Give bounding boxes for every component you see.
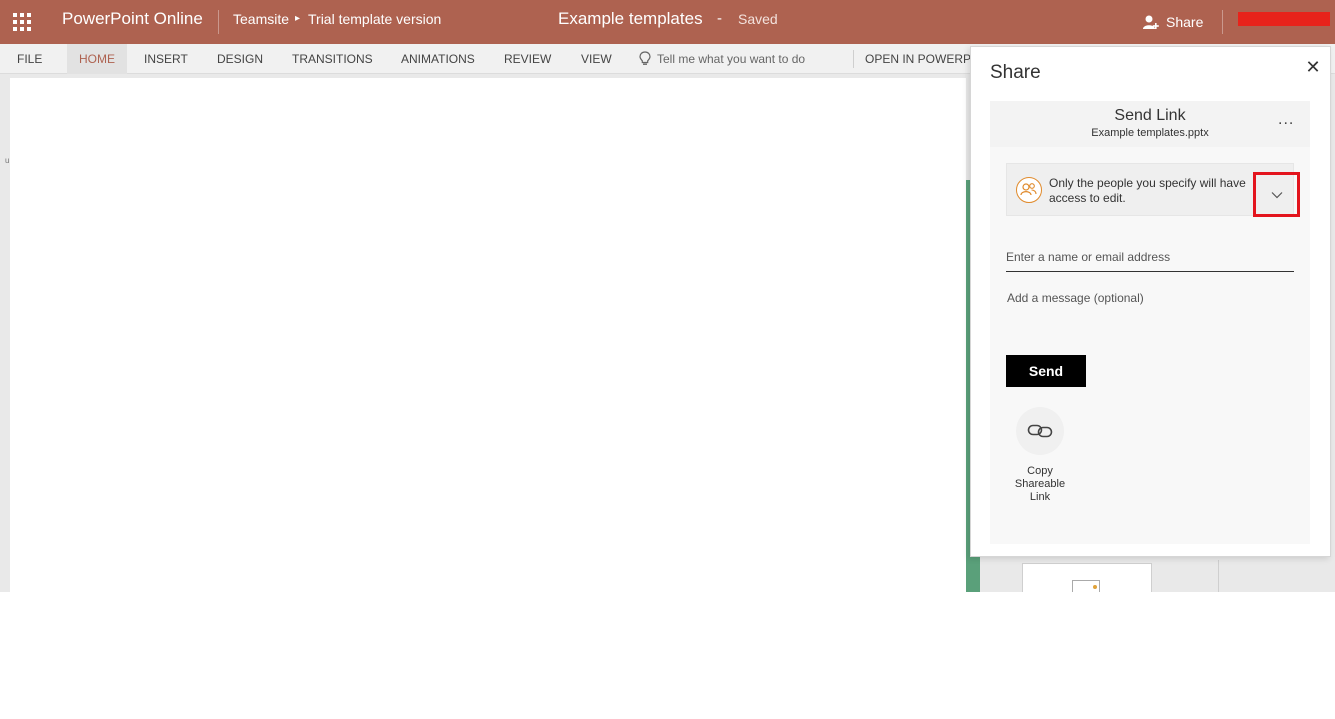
tab-file[interactable]: FILE bbox=[5, 44, 54, 74]
send-link-header: Send Link Example templates.pptx ... bbox=[990, 101, 1310, 147]
share-button[interactable]: Share bbox=[1142, 10, 1203, 34]
link-icon bbox=[1027, 424, 1053, 438]
send-link-title: Send Link bbox=[1114, 107, 1186, 124]
close-icon[interactable]: ✕ bbox=[1304, 58, 1322, 76]
permission-text: Only the people you specify will have ac… bbox=[1049, 176, 1246, 205]
slide-canvas[interactable] bbox=[10, 78, 966, 592]
app-title[interactable]: PowerPoint Online bbox=[62, 9, 203, 29]
ruler-mark: u bbox=[5, 156, 10, 165]
app-header: PowerPoint Online Teamsite ▸ Trial templ… bbox=[0, 0, 1335, 44]
share-dialog: Share ✕ Send Link Example templates.pptx… bbox=[970, 46, 1331, 557]
recipient-input[interactable] bbox=[1006, 242, 1294, 272]
permission-selector[interactable]: Only the people you specify will have ac… bbox=[1006, 163, 1300, 217]
add-person-icon bbox=[1143, 15, 1159, 29]
lightbulb-icon bbox=[639, 51, 651, 65]
tell-me-search[interactable]: Tell me what you want to do bbox=[639, 51, 805, 66]
app-launcher-icon[interactable] bbox=[13, 13, 31, 31]
tell-me-label: Tell me what you want to do bbox=[657, 51, 806, 66]
people-icon bbox=[1016, 177, 1042, 203]
blank-area bbox=[4, 592, 1335, 719]
permission-dropdown-toggle[interactable] bbox=[1253, 172, 1300, 217]
message-input[interactable] bbox=[1006, 288, 1294, 328]
tab-animations[interactable]: ANIMATIONS bbox=[389, 44, 487, 74]
share-dialog-title: Share bbox=[990, 62, 1041, 83]
more-options-button[interactable]: ... bbox=[1278, 111, 1294, 129]
chevron-down-icon bbox=[1271, 191, 1282, 198]
file-name: Example templates.pptx bbox=[1091, 127, 1209, 139]
send-button[interactable]: Send bbox=[1006, 355, 1086, 387]
tab-design[interactable]: DESIGN bbox=[205, 44, 275, 74]
copy-link-button[interactable]: Copy Shareable Link bbox=[1010, 407, 1070, 504]
breadcrumb-site[interactable]: Teamsite bbox=[233, 11, 289, 27]
tab-home[interactable]: HOME bbox=[67, 44, 127, 74]
tab-review[interactable]: REVIEW bbox=[492, 44, 563, 74]
document-title[interactable]: Example templates bbox=[558, 9, 703, 29]
divider bbox=[218, 10, 219, 34]
share-body: Send Link Example templates.pptx ... Onl… bbox=[990, 101, 1310, 544]
divider bbox=[1222, 10, 1223, 34]
open-in-desktop-button[interactable]: OPEN IN POWERP bbox=[853, 44, 983, 74]
save-status: Saved bbox=[738, 11, 778, 27]
divider bbox=[1218, 560, 1219, 592]
share-button-label: Share bbox=[1166, 14, 1204, 30]
tab-view[interactable]: VIEW bbox=[569, 44, 624, 74]
image-sun-icon bbox=[1093, 585, 1097, 589]
copy-link-label: Copy Shareable Link bbox=[1014, 465, 1066, 503]
tab-transitions[interactable]: TRANSITIONS bbox=[280, 44, 385, 74]
tab-insert[interactable]: INSERT bbox=[132, 44, 200, 74]
user-name-redacted[interactable] bbox=[1238, 12, 1330, 26]
breadcrumb-folder[interactable]: Trial template version bbox=[308, 11, 441, 27]
copy-link-circle[interactable] bbox=[1016, 407, 1064, 455]
breadcrumb-arrow-icon: ▸ bbox=[295, 13, 301, 24]
title-separator: - bbox=[717, 10, 722, 27]
